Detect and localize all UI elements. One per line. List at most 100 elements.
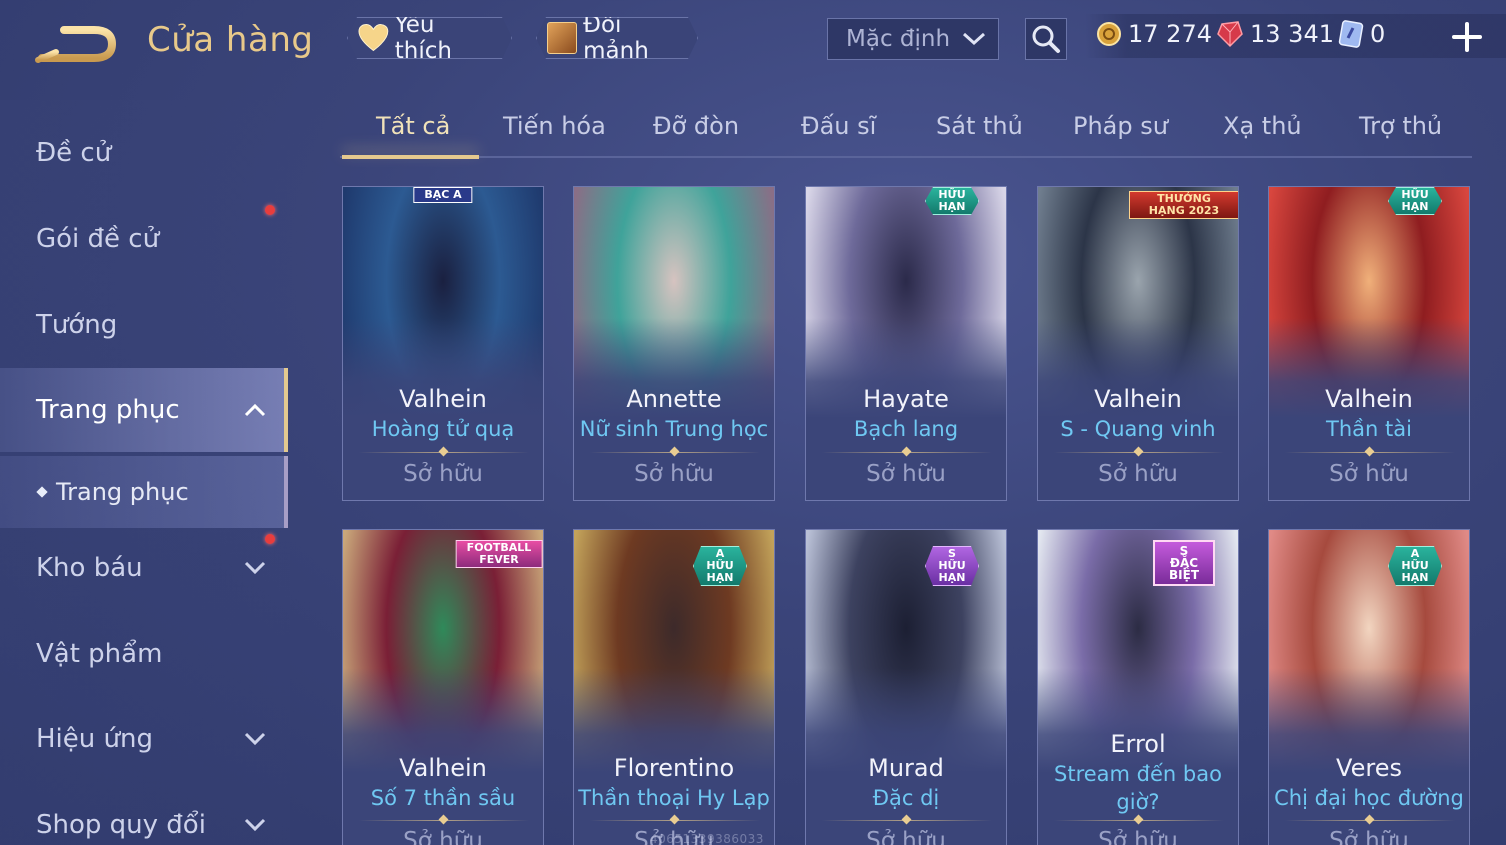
favorites-label: Yêu thích [394, 12, 452, 64]
search-icon [1032, 25, 1060, 53]
divider [359, 820, 529, 821]
divider [822, 452, 992, 453]
voucher-amount: 0 [1370, 20, 1386, 48]
sidebar-item-skins[interactable]: Trang phục [0, 368, 288, 452]
sidebar-item-label: Tướng [36, 310, 118, 340]
diamond-bullet-icon [36, 486, 48, 498]
gold-amount: 17 274 [1128, 20, 1212, 48]
divider [1285, 452, 1455, 453]
skin-card[interactable]: BẠC A Valhein Hoàng tử quạ Sở hữu [342, 186, 544, 501]
skin-name: Stream đến bao giờ? [1054, 762, 1222, 814]
sidebar-item-bundles[interactable]: Gói đề cử [0, 204, 288, 274]
skin-name: Nữ sinh Trung học [579, 417, 769, 441]
skin-name: Số 7 thần sầu [370, 786, 516, 810]
divider [1054, 452, 1224, 453]
sidebar-item-featured[interactable]: Đề cử [0, 118, 288, 188]
voucher-icon [1338, 20, 1364, 48]
top-bar: Cửa hàng Yêu thích Đổi mảnh Mặc định 17 … [0, 0, 1506, 86]
skin-name: Hoàng tử quạ [371, 417, 515, 441]
sidebar-item-treasure[interactable]: Kho báu [0, 533, 288, 603]
owned-status: Sở hữu [403, 828, 483, 845]
sidebar-item-items[interactable]: Vật phẩm [0, 619, 288, 689]
sidebar-item-effects[interactable]: Hiệu ứng [0, 704, 288, 774]
tier-badge: THƯỞNG HẠNG 2023 [1129, 191, 1238, 219]
favorites-button[interactable]: Yêu thích [347, 17, 512, 59]
sidebar-item-label: Đề cử [36, 138, 112, 168]
tab-support[interactable]: Trợ thủ [1359, 112, 1442, 140]
hero-name: Annette [626, 385, 722, 413]
notification-dot [265, 205, 275, 215]
skin-name: Thần thoại Hy Lạp [578, 786, 770, 810]
sidebar-subitem-skins[interactable]: Trang phục [0, 456, 288, 528]
chevron-down-icon [244, 561, 266, 575]
chevron-down-icon [244, 818, 266, 832]
owned-status: Sở hữu [403, 461, 483, 487]
tab-mage[interactable]: Pháp sư [1073, 112, 1168, 140]
hero-name: Valhein [399, 754, 487, 782]
skin-card[interactable]: A HỮU HẠN Florentino Thần thoại Hy Lạp S… [573, 529, 775, 845]
sidebar-item-label: Trang phục [36, 395, 180, 425]
divider [822, 820, 992, 821]
skin-card[interactable]: S HỮU HẠN Murad Đặc dị Sở hữu [805, 529, 1007, 845]
owned-status: Sở hữu [1329, 461, 1409, 487]
owned-status: Sở hữu [866, 828, 946, 845]
tier-badge: S ĐẶC BIỆT [1153, 540, 1215, 586]
owned-status: Sở hữu [634, 461, 714, 487]
chevron-down-icon [962, 32, 986, 46]
skin-card[interactable]: Annette Nữ sinh Trung học Sở hữu [573, 186, 775, 501]
exchange-shards-button[interactable]: Đổi mảnh [536, 17, 698, 59]
skin-name: Bạch lang [853, 417, 959, 441]
sidebar-item-label: Vật phẩm [36, 639, 163, 669]
ruby-amount: 13 341 [1250, 20, 1334, 48]
sidebar-item-label: Kho báu [36, 553, 143, 583]
tab-all[interactable]: Tất cả [376, 112, 450, 140]
tab-evolve[interactable]: Tiến hóa [503, 112, 606, 140]
hero-name: Murad [868, 754, 944, 782]
divider [590, 452, 760, 453]
ruby-currency: 13 341 [1216, 20, 1334, 48]
hero-name: Veres [1336, 754, 1402, 782]
category-tabs: Tất cả Tiến hóa Đỡ đòn Đấu sĩ Sát thủ Ph… [340, 100, 1472, 159]
hero-name: Florentino [613, 754, 735, 782]
hero-name: Errol [1110, 730, 1166, 758]
tab-fighter[interactable]: Đấu sĩ [801, 112, 876, 140]
sidebar-item-heroes[interactable]: Tướng [0, 290, 288, 360]
sidebar-subitem-label: Trang phục [56, 478, 189, 506]
back-arrow-icon[interactable] [34, 22, 118, 66]
sort-dropdown[interactable]: Mặc định [827, 18, 999, 60]
skin-name: S - Quang vinh [1060, 417, 1216, 441]
sort-value: Mặc định [846, 26, 951, 52]
tier-badge: BẠC A [413, 187, 473, 203]
plus-icon[interactable] [1448, 18, 1486, 56]
owned-status: Sở hữu [866, 461, 946, 487]
owned-status: Sở hữu [1329, 828, 1409, 845]
sidebar-item-exchange-shop[interactable]: Shop quy đổi [0, 790, 288, 845]
voucher-currency: 0 [1338, 20, 1385, 48]
hero-name: Valhein [399, 385, 487, 413]
skin-card[interactable]: THƯỞNG HẠNG 2023 Valhein S - Quang vinh … [1037, 186, 1239, 501]
skin-card[interactable]: A HỮU HẠN Veres Chị đại học đường Sở hữu [1268, 529, 1470, 845]
divider [590, 820, 760, 821]
tab-tank[interactable]: Đỡ đòn [653, 112, 739, 140]
divider [359, 452, 529, 453]
divider [1285, 820, 1455, 821]
skin-card[interactable]: HỮU HẠN Valhein Thần tài Sở hữu [1268, 186, 1470, 501]
sidebar-item-label: Shop quy đổi [36, 810, 206, 840]
skin-card[interactable]: HỮU HẠN Hayate Bạch lang Sở hữu [805, 186, 1007, 501]
gold-currency: 17 274 [1096, 20, 1212, 48]
search-button[interactable] [1025, 18, 1067, 60]
skin-name: Thần tài [1326, 417, 1412, 441]
gold-coin-icon [1097, 22, 1121, 46]
skin-card[interactable]: FOOTBALL FEVER Valhein Số 7 thần sầu Sở … [342, 529, 544, 845]
skin-card[interactable]: S ĐẶC BIỆT Errol Stream đến bao giờ? Sở … [1037, 529, 1239, 845]
tab-assassin[interactable]: Sát thủ [936, 112, 1023, 140]
tier-badge: HỮU HẠN [925, 187, 979, 215]
skin-name: Chị đại học đường [1274, 786, 1464, 810]
tab-marksman[interactable]: Xạ thủ [1223, 112, 1302, 140]
tier-badge: HỮU HẠN [1388, 187, 1442, 215]
sidebar-item-label: Gói đề cử [36, 224, 160, 254]
tier-badge: A HỮU HẠN [1388, 546, 1442, 586]
skin-name: Đặc dị [872, 786, 940, 810]
active-tab-indicator [342, 155, 479, 159]
sidebar-item-label: Hiệu ứng [36, 724, 153, 754]
